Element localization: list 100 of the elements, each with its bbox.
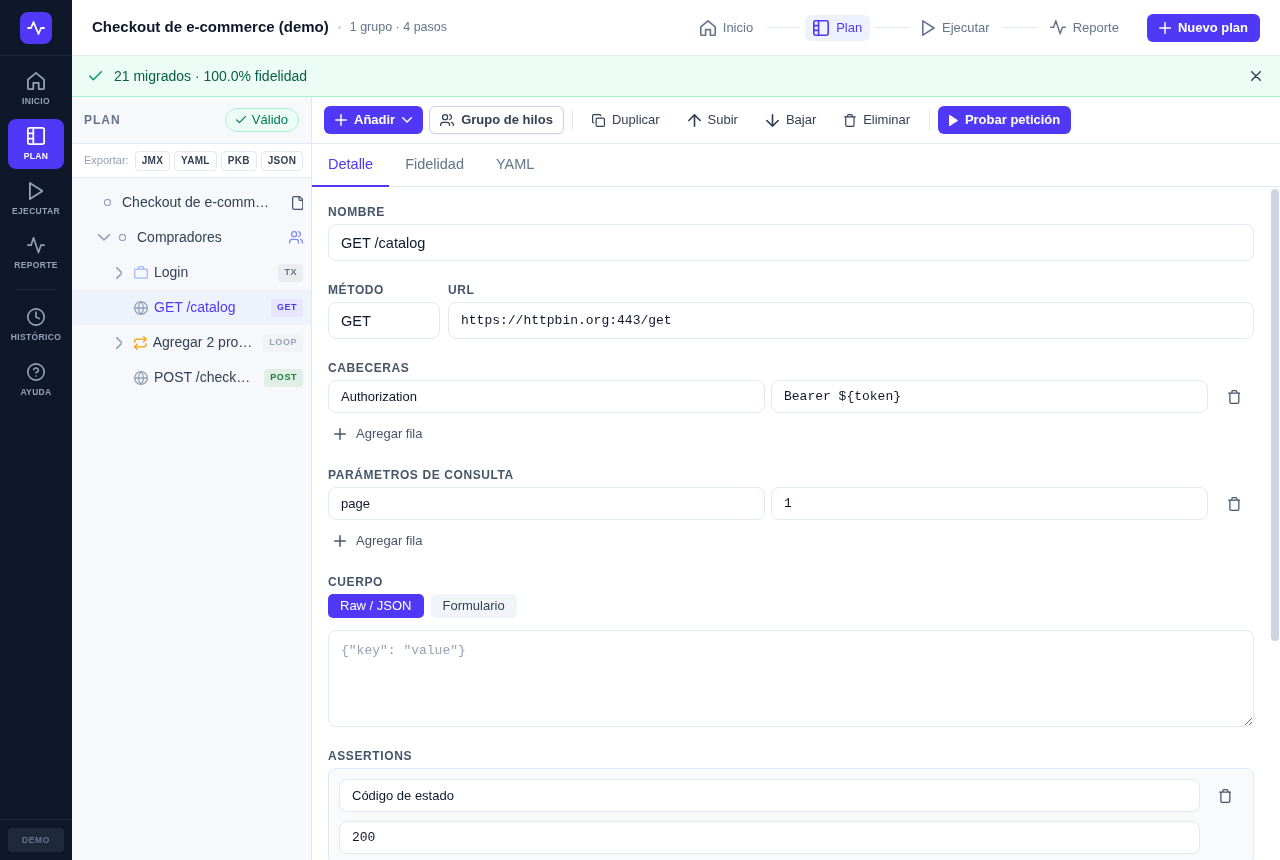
field-label: CABECERAS (328, 360, 411, 376)
export-label: Exportar: (84, 153, 129, 169)
name-field[interactable]: GET /catalog (328, 224, 1254, 261)
play-icon (922, 19, 935, 36)
field-label: PARÁMETROS DE CONSULTA (328, 467, 515, 483)
arrow-up-icon (687, 113, 701, 127)
duplicate-button[interactable]: Duplicar (580, 106, 671, 134)
logo-icon[interactable] (20, 11, 52, 44)
header-key-field[interactable]: Authorization (328, 380, 765, 413)
field-label: MÉTODO (328, 282, 386, 298)
home-icon (27, 71, 45, 90)
node-type-badge: POST (264, 368, 303, 387)
plus-icon (334, 428, 346, 440)
field-label: CUERPO (328, 574, 384, 590)
param-value-field[interactable]: 1 (771, 487, 1208, 520)
nav-item[interactable]: INICIO (8, 64, 64, 114)
copy-icon (591, 113, 605, 127)
node-type-badge: LOOP (263, 333, 303, 352)
nav-item[interactable]: EJECUTAR (8, 174, 64, 224)
nav-item[interactable]: AYUDA (8, 355, 64, 405)
tree-item[interactable]: Login TX (72, 255, 311, 290)
tree-item[interactable]: POST /check… POST (72, 360, 311, 395)
tab[interactable]: Detalle (312, 144, 390, 187)
panel-title: PLAN (84, 112, 121, 129)
export-button[interactable]: JMX (134, 150, 171, 171)
ring-icon (104, 199, 111, 206)
users-icon (289, 231, 303, 244)
check-icon (89, 71, 102, 81)
nav-item[interactable]: REPORTE (8, 229, 64, 279)
file-icon (291, 195, 303, 210)
new-plan-button[interactable]: Nuevo plan (1146, 13, 1260, 42)
node-type-badge: GET (270, 298, 303, 317)
move-up-button[interactable]: Subir (676, 106, 749, 134)
pulse-line-icon (27, 237, 45, 254)
assertion-type-field[interactable]: Código de estado (339, 779, 1200, 812)
pulse-line-icon (1049, 20, 1066, 35)
move-down-button[interactable]: Bajar (754, 106, 828, 134)
step-tab[interactable]: Ejecutar (914, 14, 998, 41)
add-row-button[interactable]: Agregar fila (328, 422, 429, 446)
export-button[interactable]: YAML (174, 150, 217, 171)
plus-icon (334, 535, 346, 547)
nav-item[interactable]: PLAN (8, 119, 64, 169)
plan-summary: 1 grupo · 4 pasos (349, 19, 448, 37)
body-mode-tab[interactable]: Raw / JSON (328, 594, 424, 618)
tree-item[interactable]: GET /catalog GET (72, 290, 311, 325)
arrow-down-icon (765, 113, 779, 127)
trash-icon (1227, 389, 1241, 404)
url-field[interactable]: https://httpbin.org:443/get (448, 302, 1254, 339)
run-request-button[interactable]: Probar petición (938, 106, 1072, 134)
scrollbar-thumb[interactable] (1271, 189, 1279, 641)
home-icon (699, 19, 716, 36)
tree-item[interactable]: Compradores (72, 220, 311, 255)
repeat-arrows-icon (134, 335, 147, 350)
help-icon (27, 362, 45, 381)
tab[interactable]: YAML (480, 144, 551, 187)
play-icon (949, 114, 958, 126)
banner-text: 21 migrados · 100.0% fidelidad (114, 66, 307, 86)
status-text: Válido (251, 111, 288, 130)
check-icon (235, 116, 246, 124)
plus-icon (1158, 21, 1171, 34)
step-tab[interactable]: Plan (805, 14, 871, 41)
add-row-button[interactable]: Agregar fila (328, 529, 429, 553)
clock-icon (27, 307, 45, 326)
add-button[interactable]: Añadir (324, 106, 424, 134)
thread-group-button[interactable]: Grupo de hilos (429, 106, 564, 134)
node-type-badge: TX (278, 263, 303, 282)
plus-icon (335, 114, 347, 126)
tree-item[interactable]: Agregar 2 pro… LOOP (72, 325, 311, 360)
trash-icon (1227, 496, 1241, 511)
assertion-value-field[interactable]: 200 (339, 821, 1200, 854)
tab[interactable]: Fidelidad (389, 144, 480, 187)
environment-badge: DEMO (8, 828, 64, 852)
close-icon (1251, 71, 1261, 81)
export-button[interactable]: JSON (260, 150, 304, 171)
globe-icon (134, 300, 148, 315)
trash-icon (1218, 788, 1232, 803)
field-label: ASSERTIONS (328, 748, 413, 764)
separator-dot-icon (337, 26, 341, 29)
close-button[interactable] (1248, 68, 1264, 84)
sidebar-layout-icon (27, 126, 45, 145)
step-tab[interactable]: Inicio (691, 14, 762, 41)
body-mode-tab[interactable]: Formulario (430, 594, 517, 618)
param-key-field[interactable]: page (328, 487, 765, 520)
export-button[interactable]: PKB (220, 150, 257, 171)
nav-item[interactable]: HISTÓRICO (8, 300, 64, 350)
users-icon (440, 113, 455, 127)
play-icon (28, 181, 44, 200)
briefcase-icon (134, 266, 148, 279)
globe-icon (134, 370, 148, 385)
delete-button[interactable]: Eliminar (833, 106, 922, 134)
step-tab[interactable]: Reporte (1041, 14, 1127, 41)
caret-icon (402, 117, 413, 123)
field-label: NOMBRE (328, 204, 386, 220)
tree-item[interactable]: Checkout de e-comm… (72, 185, 311, 220)
sidebar-layout-icon (813, 19, 830, 36)
body-field[interactable]: {"key": "value"} (328, 630, 1254, 727)
field-label: URL (448, 282, 476, 298)
method-field[interactable]: GET (328, 302, 440, 339)
header-value-field[interactable]: Bearer ${token} (771, 380, 1208, 413)
trash-icon (844, 113, 857, 127)
